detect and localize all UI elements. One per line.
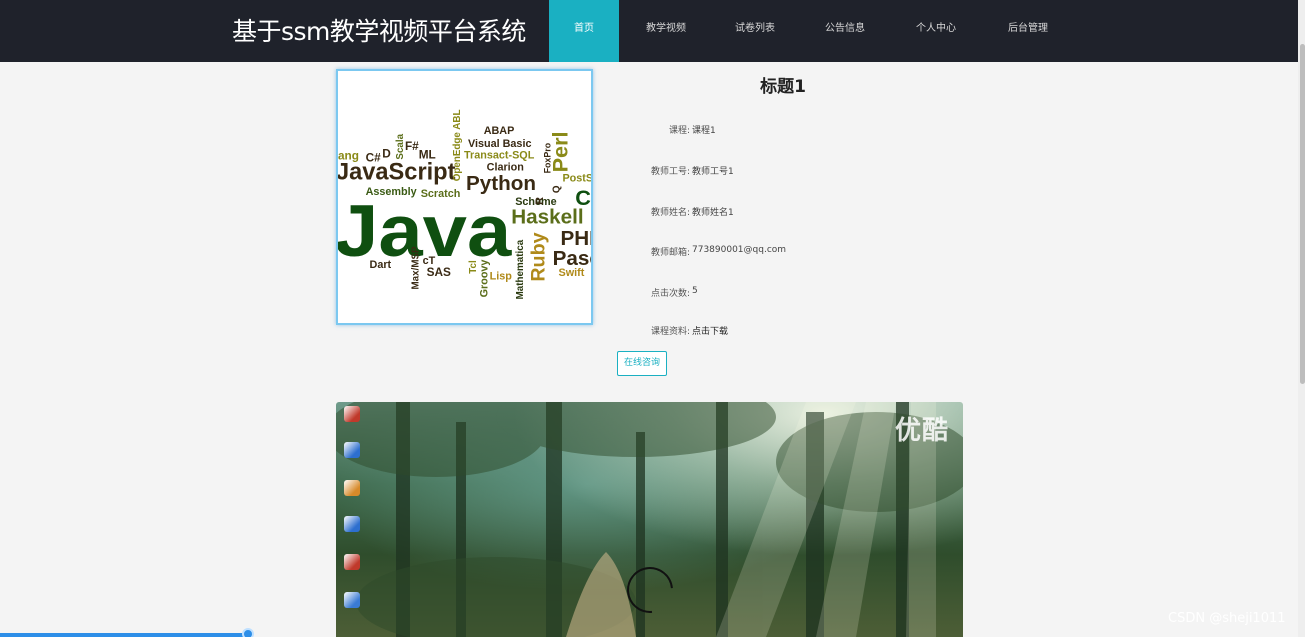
word-mathematica: Mathematica [515,239,526,299]
nav-personal-center[interactable]: 个人中心 [898,0,974,62]
course-value: 课程1 [692,126,716,136]
click-count-label: 点击次数: [650,289,690,299]
word-ruby: Ruby [528,232,550,281]
teacher-email-label: 教师邮箱: [650,248,690,258]
word-r: R [534,197,546,205]
desktop-shortcut-icon[interactable] [344,516,360,532]
desktop-shortcut-icon[interactable] [344,554,360,570]
video-progress-bar[interactable] [0,633,248,637]
materials-label: 课程资料: [650,327,690,337]
word-scratch: Scratch [421,188,461,200]
teacher-id-label: 教师工号: [650,167,690,177]
nav-announcements[interactable]: 公告信息 [807,0,883,62]
word-ml: ML [419,148,436,162]
word-transact-sql: Transact-SQL [464,150,535,162]
download-link[interactable]: 点击下载 [692,324,728,337]
teacher-id-value: 教师工号1 [692,167,734,177]
word-swift: Swift [559,267,585,279]
desktop-shortcut-icon[interactable] [344,592,360,608]
word-haskell: Haskell [511,206,583,229]
word-erlang: Erlang [338,149,359,163]
word-fsharp: F# [405,139,419,153]
course-cover-image: Java JavaScript Python Haskell PHP Pasca… [336,69,593,325]
desktop-shortcut-icon[interactable] [344,406,360,422]
nav-teaching-videos[interactable]: 教学视频 [628,0,704,62]
word-foxpro: FoxPro [543,142,553,173]
word-clarion: Clarion [487,161,524,173]
watermark-credit: CSDN @sheji1011 [1168,611,1286,626]
word-python: Python [466,172,536,195]
teacher-name-label: 教师姓名: [650,208,690,218]
word-assembly: Assembly [366,186,417,198]
teacher-email-value: 773890001@qq.com [692,245,787,255]
page-scrollbar[interactable] [1298,0,1305,637]
online-consult-button[interactable]: 在线咨询 [617,351,667,376]
top-navbar: 基于ssm教学视频平台系统 首页 教学视频 试卷列表 公告信息 个人中心 后台管… [0,0,1305,62]
word-maxmsp: Max/MSP [411,246,422,290]
desktop-shortcut-icon[interactable] [344,442,360,458]
word-csharp: C# [366,151,382,165]
word-c: C [575,185,591,210]
scrollbar-thumb[interactable] [1300,44,1305,384]
video-player[interactable]: 优酷 [336,402,963,637]
video-title: 标题1 [760,77,806,97]
nav-exam-list[interactable]: 试卷列表 [718,0,792,62]
word-lisp: Lisp [490,271,513,283]
nav-admin[interactable]: 后台管理 [990,0,1066,62]
teacher-name-value: 教师姓名1 [692,208,734,218]
desktop-shortcut-icon[interactable] [344,480,360,496]
word-ct: cT [423,255,436,267]
word-openedge: OpenEdge ABL [452,110,463,182]
word-javascript: JavaScript [338,159,456,185]
click-count-value: 5 [692,286,698,296]
word-postscript: PostScript [562,172,591,184]
course-label: 课程: [668,126,690,136]
word-dart: Dart [370,259,392,271]
youku-watermark: 优酷 [894,416,949,446]
word-abap: ABAP [484,125,515,137]
word-visual-basic: Visual Basic [468,138,532,150]
language-word-cloud: Java JavaScript Python Haskell PHP Pasca… [338,110,591,300]
word-tcl: Tcl [468,260,479,274]
nav-home[interactable]: 首页 [549,0,619,62]
site-title: 基于ssm教学视频平台系统 [232,17,526,46]
progress-handle[interactable] [242,628,254,637]
word-q: Q [551,185,562,193]
word-d: D [382,147,391,161]
